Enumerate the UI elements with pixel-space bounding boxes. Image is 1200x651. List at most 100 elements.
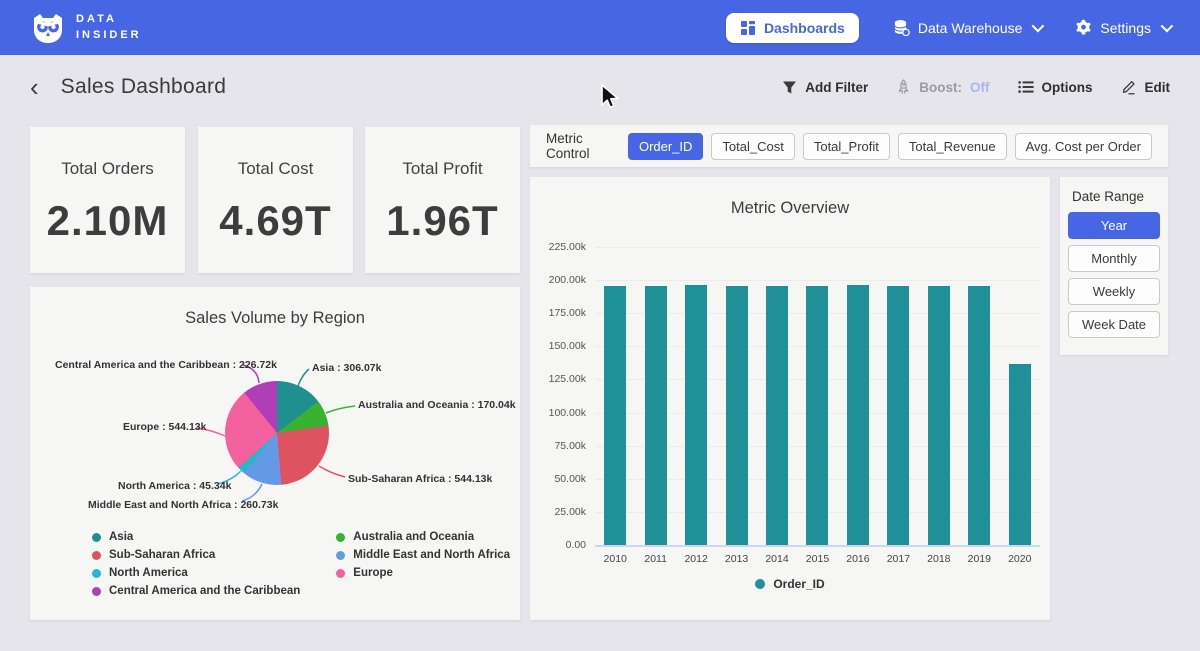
- metric-overview-chart-card: Metric Overview 225.00k200.00k175.00k150…: [530, 177, 1050, 620]
- legend-dot: [92, 551, 101, 560]
- edit-button[interactable]: Edit: [1121, 79, 1171, 95]
- boost-rocket-icon: [896, 79, 911, 95]
- legend-label: Order_ID: [773, 577, 824, 591]
- bar-2020[interactable]: [1009, 364, 1031, 545]
- date-range-card: Date Range Year Monthly Weekly Week Date: [1060, 177, 1168, 355]
- y-tick-label: 225.00k: [530, 241, 586, 253]
- metric-button-group: Order_ID Total_Cost Total_Profit Total_Reve…: [628, 133, 1152, 160]
- x-tick-label: 2013: [717, 553, 757, 565]
- legend-label: Asia: [109, 531, 133, 543]
- nav-data-warehouse-label: Data Warehouse: [918, 20, 1023, 36]
- legend-label: Europe: [353, 567, 393, 579]
- metric-button-total-profit[interactable]: Total_Profit: [803, 133, 890, 160]
- bar-2015[interactable]: [806, 286, 828, 545]
- metric-button-total-revenue[interactable]: Total_Revenue: [898, 133, 1007, 160]
- nav-dashboards-label: Dashboards: [764, 20, 845, 36]
- date-range-button-monthly[interactable]: Monthly: [1068, 245, 1160, 272]
- back-button[interactable]: ‹: [30, 74, 39, 100]
- legend-label: Australia and Oceania: [353, 531, 474, 543]
- pie-label-asia: Asia : 306.07k: [312, 362, 381, 374]
- chevron-down-icon: [1032, 20, 1045, 33]
- bar-chart-x-labels: 2010201120122013201420152016201720182019…: [595, 553, 1040, 565]
- bar-2019[interactable]: [968, 286, 990, 545]
- kpi-label: Total Orders: [61, 159, 154, 179]
- pie-legend-item-north-america[interactable]: North America: [92, 567, 300, 579]
- metric-control-bar: Metric Control Order_IDTotal_CostTotal_P…: [530, 125, 1168, 167]
- x-tick-label: 2019: [959, 553, 999, 565]
- nav-data-warehouse-button[interactable]: Data Warehouse: [893, 19, 1042, 36]
- pie-legend-item-central-america-and-the-caribbean[interactable]: Central America and the Caribbean: [92, 585, 300, 597]
- pie-legend-item-asia[interactable]: Asia: [92, 531, 300, 543]
- dashboards-grid-icon: [740, 20, 756, 36]
- boost-label: Boost:: [919, 80, 962, 95]
- bar-chart-plot-area: [595, 247, 1040, 545]
- legend-dot: [336, 551, 345, 560]
- page-title: Sales Dashboard: [61, 75, 227, 99]
- pie-label-australia-oceania: Australia and Oceania : 170.04k: [358, 399, 516, 411]
- legend-dot: [755, 579, 765, 589]
- nav-settings-label: Settings: [1100, 20, 1151, 36]
- pie-legend-item-sub-saharan-africa[interactable]: Sub-Saharan Africa: [92, 549, 300, 561]
- legend-label: Central America and the Caribbean: [109, 585, 300, 597]
- metric-button-avg-cost-per-order[interactable]: Avg. Cost per Order: [1015, 133, 1152, 160]
- date-range-button-weekly[interactable]: Weekly: [1068, 278, 1160, 305]
- x-tick-label: 2015: [797, 553, 837, 565]
- pie-legend-item-middle-east-and-north-africa[interactable]: Middle East and North Africa: [336, 549, 510, 561]
- pie-legend-item-australia-and-oceania[interactable]: Australia and Oceania: [336, 531, 510, 543]
- y-tick-label: 200.00k: [530, 274, 586, 286]
- y-tick-label: 150.00k: [530, 340, 586, 352]
- options-button[interactable]: Options: [1018, 80, 1093, 95]
- bar-2018[interactable]: [928, 286, 950, 545]
- legend-label: Middle East and North Africa: [353, 549, 510, 561]
- metric-button-total-cost[interactable]: Total_Cost: [711, 133, 794, 160]
- nav-settings-button[interactable]: Settings: [1075, 19, 1170, 36]
- kpi-card-total-cost: Total Cost 4.69T: [198, 127, 353, 273]
- date-range-button-week-date[interactable]: Week Date: [1068, 311, 1160, 338]
- top-nav: DATA INSIDER Dashboards Data Warehouse: [0, 0, 1200, 55]
- options-list-icon: [1018, 80, 1034, 94]
- legend-label: North America: [109, 567, 188, 579]
- y-tick-label: 0.00: [530, 539, 586, 551]
- date-range-button-year[interactable]: Year: [1068, 212, 1160, 239]
- kpi-value: 4.69T: [219, 197, 331, 245]
- legend-dot: [336, 569, 345, 578]
- metric-button-order-id[interactable]: Order_ID: [628, 133, 703, 160]
- x-tick-label: 2011: [636, 553, 676, 565]
- page-header: ‹ Sales Dashboard Add Filter Boost: Off …: [0, 55, 1200, 119]
- x-tick-label: 2018: [919, 553, 959, 565]
- pie-label-europe: Europe : 544.13k: [123, 421, 206, 433]
- x-tick-label: 2012: [676, 553, 716, 565]
- pie-chart[interactable]: [225, 381, 329, 485]
- date-range-label: Date Range: [1072, 189, 1160, 204]
- bar-2017[interactable]: [887, 286, 909, 545]
- kpi-label: Total Profit: [402, 159, 482, 179]
- pie-label-sub-saharan-africa: Sub-Saharan Africa : 544.13k: [348, 473, 492, 485]
- add-filter-button[interactable]: Add Filter: [782, 80, 868, 95]
- boost-toggle[interactable]: Boost: Off: [896, 79, 989, 95]
- legend-dot: [336, 533, 345, 542]
- legend-dot: [92, 587, 101, 596]
- nav-dashboards-button[interactable]: Dashboards: [726, 13, 859, 43]
- kpi-card-total-profit: Total Profit 1.96T: [365, 127, 520, 273]
- filter-icon: [782, 80, 797, 95]
- boost-value: Off: [970, 80, 990, 95]
- bar-2013[interactable]: [726, 286, 748, 545]
- pie-chart-legend: Asia Sub-Saharan Africa North America Centr…: [92, 531, 510, 597]
- y-tick-label: 100.00k: [530, 407, 586, 419]
- bar-2016[interactable]: [847, 285, 869, 545]
- bar-2011[interactable]: [645, 286, 667, 545]
- bar-2012[interactable]: [685, 285, 707, 545]
- x-tick-label: 2016: [838, 553, 878, 565]
- y-tick-label: 25.00k: [530, 506, 586, 518]
- pie-legend-item-europe[interactable]: Europe: [336, 567, 510, 579]
- kpi-value: 1.96T: [386, 197, 498, 245]
- y-tick-label: 75.00k: [530, 440, 586, 452]
- kpi-label: Total Cost: [238, 159, 314, 179]
- y-tick-label: 175.00k: [530, 307, 586, 319]
- date-range-button-group: Year Monthly Weekly Week Date: [1068, 212, 1160, 338]
- bar-2010[interactable]: [604, 286, 626, 545]
- pie-label-central-america: Central America and the Caribbean : 226.…: [55, 359, 277, 371]
- bar-chart-legend[interactable]: Order_ID: [530, 577, 1050, 591]
- bar-2014[interactable]: [766, 286, 788, 545]
- y-tick-label: 50.00k: [530, 473, 586, 485]
